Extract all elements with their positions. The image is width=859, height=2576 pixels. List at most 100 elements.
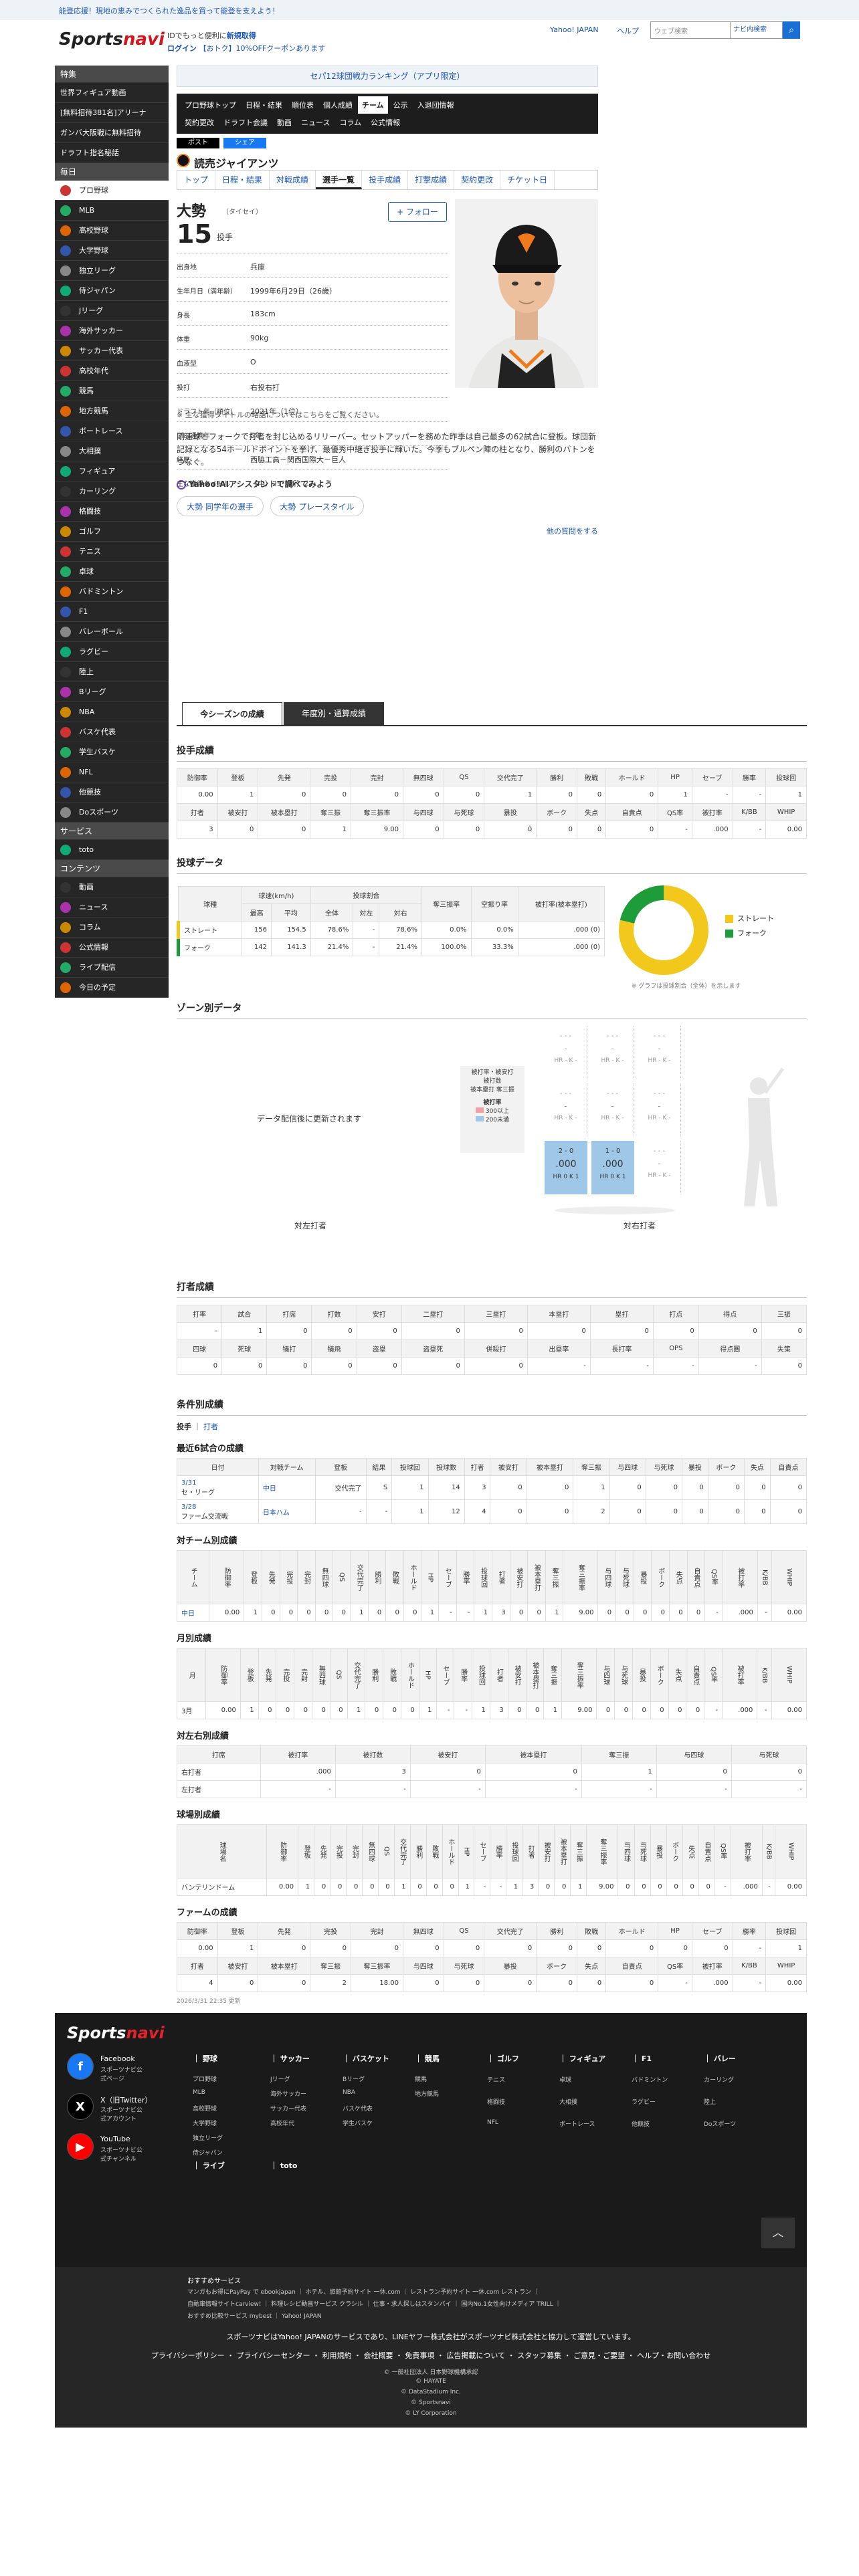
ai-question-button[interactable]: 大勢 同学年の選手 bbox=[177, 496, 264, 516]
sidebar-item[interactable]: toto bbox=[55, 840, 169, 860]
footer-link[interactable]: 学生バスケ bbox=[343, 2119, 373, 2127]
footer-link[interactable]: プロ野球 bbox=[193, 2074, 217, 2083]
footer-link[interactable]: Doスポーツ bbox=[704, 2119, 736, 2128]
sidebar-item[interactable]: ゴルフ bbox=[55, 522, 169, 542]
sidebar-item[interactable]: ラグビー bbox=[55, 642, 169, 662]
sidebar-item[interactable]: 海外サッカー bbox=[55, 321, 169, 341]
sidebar-item[interactable]: F1 bbox=[55, 602, 169, 622]
sidebar-item[interactable]: ボートレース bbox=[55, 421, 169, 441]
footer-link[interactable]: カーリング bbox=[704, 2075, 734, 2084]
footer-category[interactable]: ｜ フィギュア bbox=[559, 2053, 605, 2064]
site-search-select[interactable]: ナビ内検索 bbox=[731, 21, 783, 39]
facebook-icon[interactable]: f bbox=[67, 2053, 94, 2080]
tab-pitcher[interactable]: 投手 bbox=[177, 1422, 191, 1431]
sidebar-item[interactable]: 世界フィギュア動画 bbox=[55, 83, 169, 103]
footer-link[interactable]: サッカー代表 bbox=[270, 2104, 306, 2113]
services-line[interactable]: 自動車情報サイトcarview! ｜ 料理レシピ動画サービス クラシル ｜ 仕事… bbox=[187, 2299, 561, 2308]
x-share-button[interactable]: ポスト bbox=[177, 138, 219, 148]
sidebar-item[interactable]: 大相撲 bbox=[55, 441, 169, 461]
sidebar-item[interactable]: ガンバ大阪戦に無料招待 bbox=[55, 123, 169, 143]
sidebar-item[interactable]: 独立リーグ bbox=[55, 261, 169, 281]
tab-yearly[interactable]: 年度別・通算成績 bbox=[284, 702, 384, 725]
sidebar-item[interactable]: NFL bbox=[55, 762, 169, 782]
gnav-item[interactable]: プロ野球トップ bbox=[181, 96, 240, 114]
sidebar-item[interactable]: ライブ配信 bbox=[55, 958, 169, 978]
search-input[interactable]: ウェブ検索 bbox=[650, 21, 731, 39]
opponent-team[interactable]: 日本ハム bbox=[258, 1499, 316, 1524]
page-top-button[interactable]: ︿ bbox=[761, 2218, 795, 2248]
team-nav-item[interactable]: 契約更改 bbox=[454, 171, 501, 189]
footer-category[interactable]: ｜ ゴルフ bbox=[487, 2053, 519, 2064]
team-nav-item[interactable]: 対戦成績 bbox=[270, 171, 316, 189]
footer-link[interactable]: NBA bbox=[343, 2089, 355, 2096]
site-logo[interactable]: Sportsnavi bbox=[59, 29, 165, 49]
team-nav-item[interactable]: 打撃成績 bbox=[408, 171, 455, 189]
services-line[interactable]: おすすめ比較サービス mybest ｜ Yahoo! JAPAN bbox=[187, 2311, 322, 2320]
sidebar-item[interactable]: MLB bbox=[55, 201, 169, 221]
gnav-item[interactable]: ニュース bbox=[297, 114, 334, 131]
gnav-item[interactable]: コラム bbox=[335, 114, 365, 131]
gnav-item[interactable]: 日程・結果 bbox=[242, 96, 286, 114]
footer-link[interactable]: 地方競馬 bbox=[415, 2089, 439, 2098]
opponent-team[interactable]: 中日 bbox=[258, 1475, 316, 1500]
gnav-item[interactable]: 公示 bbox=[389, 96, 412, 114]
game-date-link[interactable]: 3/31 bbox=[181, 1479, 257, 1487]
gnav-item[interactable]: 個人成績 bbox=[319, 96, 357, 114]
sidebar-item[interactable]: ドラフト指名秘話 bbox=[55, 143, 169, 163]
team-nav-item[interactable]: チケット日 bbox=[500, 171, 555, 189]
footer-link[interactable]: 卓球 bbox=[559, 2075, 571, 2084]
sidebar-item[interactable]: 高校野球 bbox=[55, 221, 169, 241]
coupon-link[interactable]: 【おトク】10%OFFクーポンあります bbox=[199, 44, 326, 53]
promo-link[interactable]: 能登応援！現地の恵みでつくられた逸品を買って能登を支えよう！ bbox=[59, 5, 279, 16]
footer-link[interactable]: 侍ジャパン bbox=[193, 2148, 223, 2157]
more-questions-link[interactable]: 他の質問をする bbox=[177, 526, 598, 536]
footer-link[interactable]: 高校野球 bbox=[193, 2104, 217, 2113]
game-date-link[interactable]: 3/28 bbox=[181, 1503, 257, 1511]
team-nav-item[interactable]: 投手成績 bbox=[362, 171, 409, 189]
sidebar-item[interactable]: 卓球 bbox=[55, 562, 169, 582]
social-name[interactable]: Facebook bbox=[100, 2054, 135, 2063]
sidebar-item[interactable]: Bリーグ bbox=[55, 682, 169, 702]
sidebar-item[interactable]: サッカー代表 bbox=[55, 341, 169, 361]
sidebar-item[interactable]: 地方競馬 bbox=[55, 401, 169, 421]
footer-link[interactable]: Jリーグ bbox=[270, 2074, 290, 2083]
sidebar-item[interactable]: 今日の予定 bbox=[55, 978, 169, 998]
footer-link[interactable]: MLB bbox=[193, 2089, 205, 2096]
social-name[interactable]: X（旧Twitter） bbox=[100, 2095, 152, 2105]
sidebar-item[interactable]: 動画 bbox=[55, 877, 169, 897]
sidebar-item[interactable]: 高校年代 bbox=[55, 361, 169, 381]
youtube-icon[interactable]: ▶ bbox=[67, 2133, 94, 2160]
game-date[interactable]: 3/28 ファーム交流戦 bbox=[177, 1499, 259, 1524]
table-cell[interactable]: 中日 bbox=[176, 1604, 210, 1622]
footer-links[interactable]: プライバシーポリシー ・ プライバシーセンター ・ 利用規約 ・ 会社概要 ・ … bbox=[55, 2350, 807, 2361]
x-icon[interactable]: X bbox=[67, 2093, 94, 2120]
sidebar-item[interactable]: 陸上 bbox=[55, 662, 169, 682]
sidebar-item[interactable]: 侍ジャパン bbox=[55, 281, 169, 301]
footer-category[interactable]: ｜ F1 bbox=[632, 2053, 652, 2064]
tab-batter[interactable]: 打者 bbox=[203, 1422, 218, 1431]
follow-button[interactable]: + フォロー bbox=[388, 202, 447, 222]
ai-question-button[interactable]: 大勢 プレースタイル bbox=[270, 496, 364, 516]
sidebar-item[interactable]: ニュース bbox=[55, 897, 169, 918]
footer-link[interactable]: バドミントン bbox=[632, 2075, 668, 2084]
footer-link[interactable]: 高校年代 bbox=[270, 2119, 294, 2127]
sidebar-item[interactable]: カーリング bbox=[55, 481, 169, 502]
facebook-share-button[interactable]: シェア bbox=[223, 138, 266, 148]
footer-category[interactable]: ｜ 競馬 bbox=[415, 2053, 440, 2064]
gnav-item[interactable]: 入退団情報 bbox=[413, 96, 458, 114]
search-button[interactable]: ⌕ bbox=[783, 21, 800, 39]
team-nav-item[interactable]: 選手一覧 bbox=[316, 171, 363, 189]
gnav-item[interactable]: 順位表 bbox=[288, 96, 318, 114]
footer-link[interactable]: 海外サッカー bbox=[270, 2089, 306, 2098]
footer-category[interactable]: ｜ ライブ bbox=[193, 2160, 225, 2171]
footer-category[interactable]: ｜ サッカー bbox=[270, 2053, 310, 2064]
gnav-item[interactable]: 動画 bbox=[273, 114, 296, 131]
sidebar-item[interactable]: 格闘技 bbox=[55, 502, 169, 522]
sidebar-item[interactable]: NBA bbox=[55, 702, 169, 722]
sidebar-item[interactable]: フィギュア bbox=[55, 461, 169, 481]
sidebar-item[interactable]: プロ野球 bbox=[55, 181, 169, 201]
sidebar-item[interactable]: バスケ代表 bbox=[55, 722, 169, 742]
tab-this-season[interactable]: 今シーズンの成績 bbox=[182, 702, 282, 725]
sidebar-item[interactable]: バレーボール bbox=[55, 622, 169, 642]
gnav-item[interactable]: ドラフト会議 bbox=[219, 114, 272, 131]
